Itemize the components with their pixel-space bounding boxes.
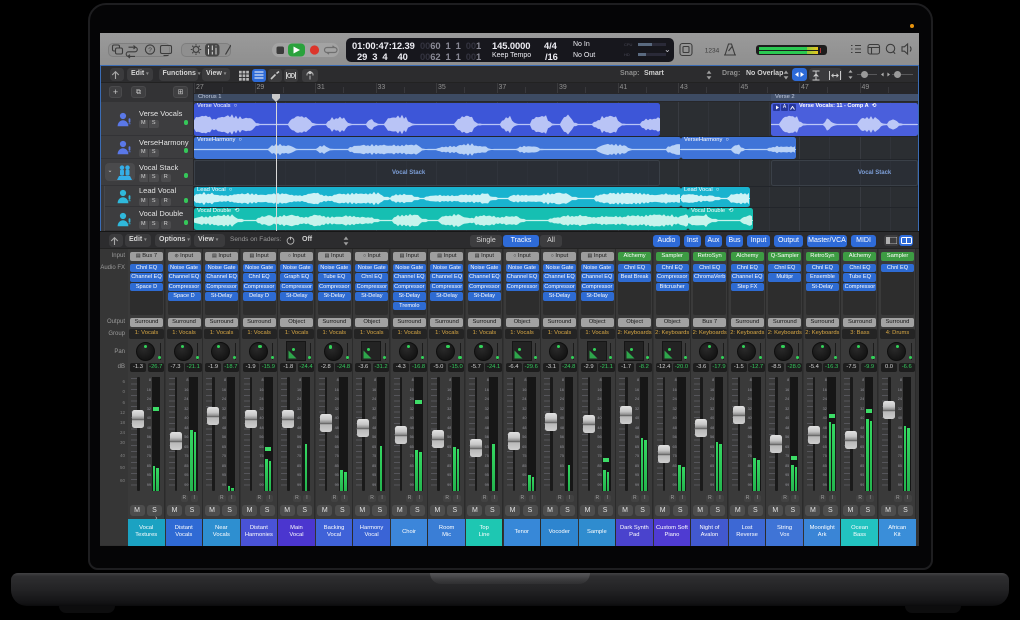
svg-text:1234: 1234: [705, 48, 720, 55]
svg-text:?: ?: [148, 47, 152, 54]
